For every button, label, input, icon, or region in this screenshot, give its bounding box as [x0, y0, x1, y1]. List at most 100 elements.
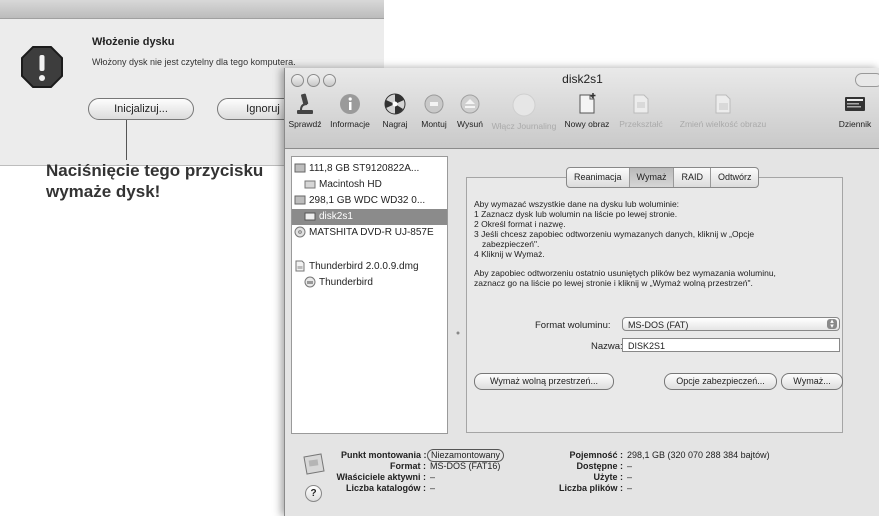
- eject-toolbar-button[interactable]: Wysuń: [453, 92, 487, 129]
- format-value: MS-DOS (FAT16): [430, 461, 501, 471]
- callout-line-1: Naciśnięcie tego przycisku: [46, 161, 264, 180]
- volume-name-label: Nazwa:: [591, 341, 623, 352]
- sidebar-item-dvd[interactable]: MATSHITA DVD-R UJ-857E: [294, 225, 444, 241]
- window-title: disk2s1: [562, 72, 603, 86]
- capacity-label: Pojemność :: [569, 450, 623, 460]
- volume-format-label: Format woluminu:: [535, 320, 611, 331]
- instruction-line: Aby wymazać wszystkie dane na dysku lub …: [474, 199, 680, 209]
- device-list: 111,8 GB ST9120822A... Macintosh HD 298,…: [291, 156, 448, 434]
- convert-toolbar-button[interactable]: Przekształć: [617, 92, 665, 129]
- sidebar-item-label: MATSHITA DVD-R UJ-857E: [309, 227, 434, 238]
- owners-value: –: [430, 472, 436, 482]
- alert-message: Włożony dysk nie jest czytelny dla tego …: [92, 57, 296, 67]
- splitter-handle-icon[interactable]: [455, 330, 461, 336]
- erase-free-space-button[interactable]: Wymaż wolną przestrzeń...: [474, 373, 614, 390]
- alert-title: Włożenie dysku: [92, 36, 175, 48]
- mount-point-label: Punkt montowania :: [341, 450, 427, 460]
- instruction-line: 2 Określ format i nazwę.: [474, 219, 566, 229]
- volume-format-select[interactable]: MS-DOS (FAT) ▴ ▾: [622, 317, 840, 331]
- capacity-value: 298,1 GB (320 070 288 384 bajtów): [627, 450, 770, 460]
- toolbar-label: Wysuń: [457, 119, 483, 129]
- sidebar-item-label: 298,1 GB WDC WD32 0...: [309, 195, 426, 206]
- burn-toolbar-button[interactable]: Nagraj: [377, 92, 413, 129]
- free-space-note: Aby zapobiec odtworzeniu ostatnio usunię…: [474, 268, 776, 278]
- stop-icon: [21, 46, 63, 88]
- format-label: Format :: [390, 461, 426, 471]
- erase-button[interactable]: Wymaż...: [781, 373, 843, 390]
- owners-label: Właściciele aktywni :: [336, 472, 426, 482]
- journaling-icon: [512, 93, 536, 117]
- help-button[interactable]: ?: [305, 485, 322, 502]
- tab-bar: Reanimacja Wymaż RAID Odtwórz: [566, 167, 760, 188]
- alert-title-bar: [0, 0, 384, 19]
- eject-icon: [460, 94, 480, 114]
- used-value: –: [627, 472, 633, 482]
- initialize-button[interactable]: Inicjalizuj...: [88, 98, 194, 120]
- sidebar-item-label: 111,8 GB ST9120822A...: [309, 163, 420, 174]
- sidebar-item-disk2s1[interactable]: disk2s1: [292, 209, 447, 225]
- journaling-toolbar-button[interactable]: Włącz Journaling: [491, 92, 557, 131]
- optical-drive-icon: [294, 226, 306, 238]
- hard-drive-icon: [294, 163, 306, 173]
- toolbar-label: Informacje: [330, 119, 370, 129]
- sidebar-item-macintosh-hd[interactable]: Macintosh HD: [304, 177, 444, 193]
- tab-restore[interactable]: Odtwórz: [711, 168, 759, 187]
- toolbar-label: Montuj: [421, 119, 447, 129]
- sidebar-item-label: Macintosh HD: [319, 179, 382, 190]
- tab-first-aid[interactable]: Reanimacja: [567, 168, 630, 187]
- disk-image-icon: [295, 260, 305, 272]
- sidebar-item-disk0[interactable]: 111,8 GB ST9120822A...: [294, 161, 444, 177]
- sidebar-item-thunderbird-dmg[interactable]: Thunderbird 2.0.0.9.dmg: [294, 259, 444, 275]
- convert-icon: [633, 94, 649, 114]
- security-options-button[interactable]: Opcje zabezpieczeń...: [664, 373, 777, 390]
- resize-image-toolbar-button[interactable]: Zmień wielkość obrazu: [667, 92, 779, 129]
- file-count-label: Liczba plików :: [558, 483, 623, 493]
- hard-drive-icon: [294, 195, 306, 205]
- toolbar-toggle-button[interactable]: [855, 73, 879, 87]
- verify-toolbar-button[interactable]: Sprawdź: [285, 92, 325, 129]
- callout-pointer-line: [126, 120, 127, 160]
- sidebar-item-disk2[interactable]: 298,1 GB WDC WD32 0...: [294, 193, 444, 209]
- instruction-line: 1 Zaznacz dysk lub wolumin na liście po …: [474, 209, 678, 219]
- info-toolbar-button[interactable]: Informacje: [325, 92, 375, 129]
- used-label: Użyte :: [593, 472, 623, 482]
- new-image-icon: [579, 93, 596, 114]
- toolbar-label: Nowy obraz: [564, 119, 610, 129]
- disk-utility-window: disk2s1 Sprawdź Informacje Nagraj Montuj…: [284, 68, 879, 516]
- burn-icon: [384, 93, 406, 115]
- instruction-line: zabezpieczeń".: [482, 239, 540, 249]
- mount-toolbar-button[interactable]: Montuj: [417, 92, 451, 129]
- folder-count-label: Liczba katalogów :: [345, 483, 426, 493]
- info-icon: [340, 94, 360, 114]
- log-icon: [845, 97, 865, 111]
- volume-name-field[interactable]: DISK2S1: [622, 338, 840, 352]
- select-arrows-icon: ▴ ▾: [827, 318, 837, 330]
- available-value: –: [627, 461, 633, 471]
- tab-raid[interactable]: RAID: [674, 168, 711, 187]
- folder-count-value: –: [430, 483, 436, 493]
- log-toolbar-button[interactable]: Dziennik: [831, 92, 879, 129]
- toolbar-label: Nagraj: [382, 119, 408, 129]
- sidebar-item-label: disk2s1: [319, 211, 353, 222]
- toolbar-label: Dziennik: [838, 119, 872, 129]
- available-label: Dostępne :: [576, 461, 623, 471]
- toolbar-label: Sprawdź: [288, 119, 322, 129]
- toolbar-label: Włącz Journaling: [491, 121, 557, 131]
- mount-icon: [424, 94, 444, 114]
- toolbar-label: Przekształć: [619, 119, 663, 129]
- new-image-toolbar-button[interactable]: Nowy obraz: [559, 92, 615, 129]
- sidebar-item-label: Thunderbird 2.0.0.9.dmg: [309, 261, 419, 272]
- callout-annotation: Naciśnięcie tego przycisku wymaże dysk!: [46, 160, 296, 202]
- mounted-image-icon: [304, 276, 316, 288]
- resize-image-icon: [715, 94, 731, 114]
- volume-format-value: MS-DOS (FAT): [628, 320, 689, 330]
- free-space-note: zaznacz go na liście po lewej stronie i …: [474, 278, 753, 288]
- volume-icon: [304, 180, 316, 189]
- tab-erase[interactable]: Wymaż: [629, 168, 675, 187]
- window-toolbar: disk2s1 Sprawdź Informacje Nagraj Montuj…: [285, 68, 879, 149]
- sidebar-item-thunderbird[interactable]: Thunderbird: [304, 275, 444, 291]
- instruction-line: 3 Jeśli chcesz zapobiec odtworzeniu wyma…: [474, 229, 755, 239]
- toolbar-label: Zmień wielkość obrazu: [679, 119, 767, 129]
- instruction-line: 4 Kliknij w Wymaż.: [474, 249, 545, 259]
- volume-icon: [304, 212, 316, 221]
